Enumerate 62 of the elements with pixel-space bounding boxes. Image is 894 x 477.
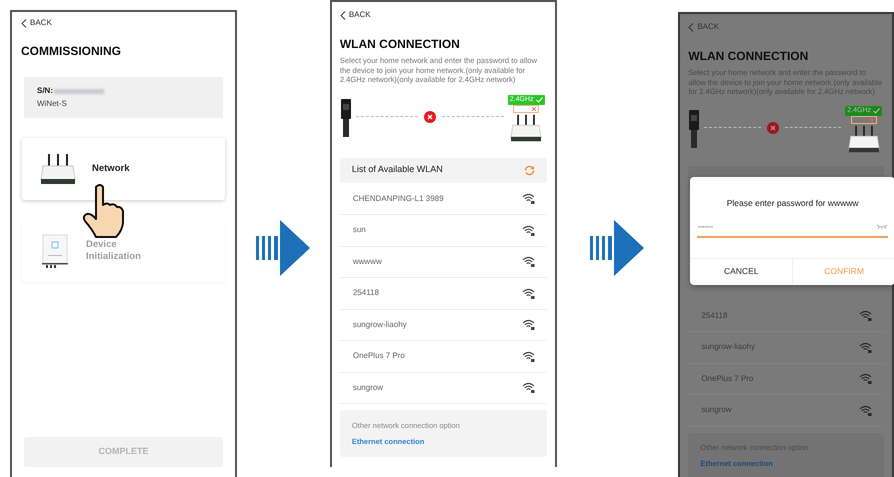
network-row[interactable]: 254118: [340, 278, 547, 310]
wifi-lock-icon: [859, 404, 872, 416]
network-row[interactable]: sun: [340, 215, 547, 246]
dialog-title: Please enter password for wwwww: [726, 196, 860, 210]
wifi-lock-icon: [522, 319, 535, 330]
option-card[interactable]: Network: [22, 138, 225, 200]
error-x-icon: [766, 122, 779, 134]
back-chevron-icon[interactable]: [21, 18, 27, 28]
network-name: sungrow: [701, 404, 732, 416]
wifi-dongle-icon: [340, 98, 352, 136]
screen-title: WLAN CONNECTION: [688, 48, 810, 65]
network-name: 254118: [701, 310, 728, 322]
error-x-icon: [424, 110, 436, 122]
wifi-lock-icon: [522, 350, 535, 362]
cancel-button[interactable]: CANCEL: [690, 258, 794, 285]
network-name: sungrow-liaohy: [701, 341, 756, 354]
screen-title: WLAN CONNECTION: [340, 36, 461, 53]
password-field[interactable]: ·········: [697, 218, 888, 238]
network-row[interactable]: sungrow: [340, 372, 547, 404]
list-header-title: List of Available WLAN: [352, 163, 443, 176]
back-link[interactable]: BACK: [697, 21, 720, 33]
wifi-dongle-icon: [688, 110, 700, 148]
wifi-lock-icon: [522, 224, 535, 236]
network-name: OnePlus 7 Pro: [352, 350, 405, 362]
network-name: 254118: [352, 287, 379, 300]
check-icon: [873, 108, 880, 114]
wifi-lock-icon: [522, 193, 535, 204]
back-link[interactable]: BACK: [30, 17, 52, 29]
network-name: sungrow: [352, 382, 384, 394]
network-row[interactable]: sungrow-liaohy: [340, 310, 547, 341]
wifi-lock-icon: [859, 310, 872, 322]
network-name: wwwww: [352, 256, 382, 268]
back-chevron-icon[interactable]: [340, 10, 346, 20]
router-icon: [509, 112, 544, 142]
inverter-icon: [40, 234, 70, 268]
network-name: sungrow-liaohy: [352, 318, 407, 331]
wifi-lock-icon: [522, 382, 535, 394]
network-row[interactable]: wwwww: [340, 246, 547, 278]
network-name: CHENDANPING-L1 3989: [352, 192, 444, 205]
router-icon: [40, 152, 76, 186]
network-row[interactable]: OnePlus 7 Pro: [340, 341, 547, 372]
network-name: sun: [352, 224, 366, 236]
wifi-lock-icon: [859, 342, 872, 353]
serial-label: S/N:: [37, 85, 53, 97]
network-name: OnePlus 7 Pro: [701, 372, 754, 385]
device-model: WiNet-S: [37, 98, 68, 110]
cross-icon: [532, 106, 536, 110]
closed-eye-icon[interactable]: [876, 224, 888, 230]
wifi-lock-icon: [859, 373, 872, 384]
refresh-icon[interactable]: [524, 164, 535, 176]
pointing-hand-icon: [82, 183, 126, 239]
screen-title: COMMISSIONING: [21, 43, 122, 60]
cross-icon: [870, 118, 874, 122]
arrow-icon: [256, 220, 310, 276]
arrow-icon: [590, 220, 644, 276]
router-icon: [846, 124, 881, 154]
blurred-serial-block: [54, 88, 104, 94]
back-link[interactable]: BACK: [348, 9, 371, 21]
wifi-lock-icon: [522, 288, 535, 299]
check-icon: [536, 96, 543, 102]
network-row[interactable]: CHENDANPING-L1 3989: [340, 184, 547, 215]
wifi-lock-icon: [522, 256, 535, 268]
